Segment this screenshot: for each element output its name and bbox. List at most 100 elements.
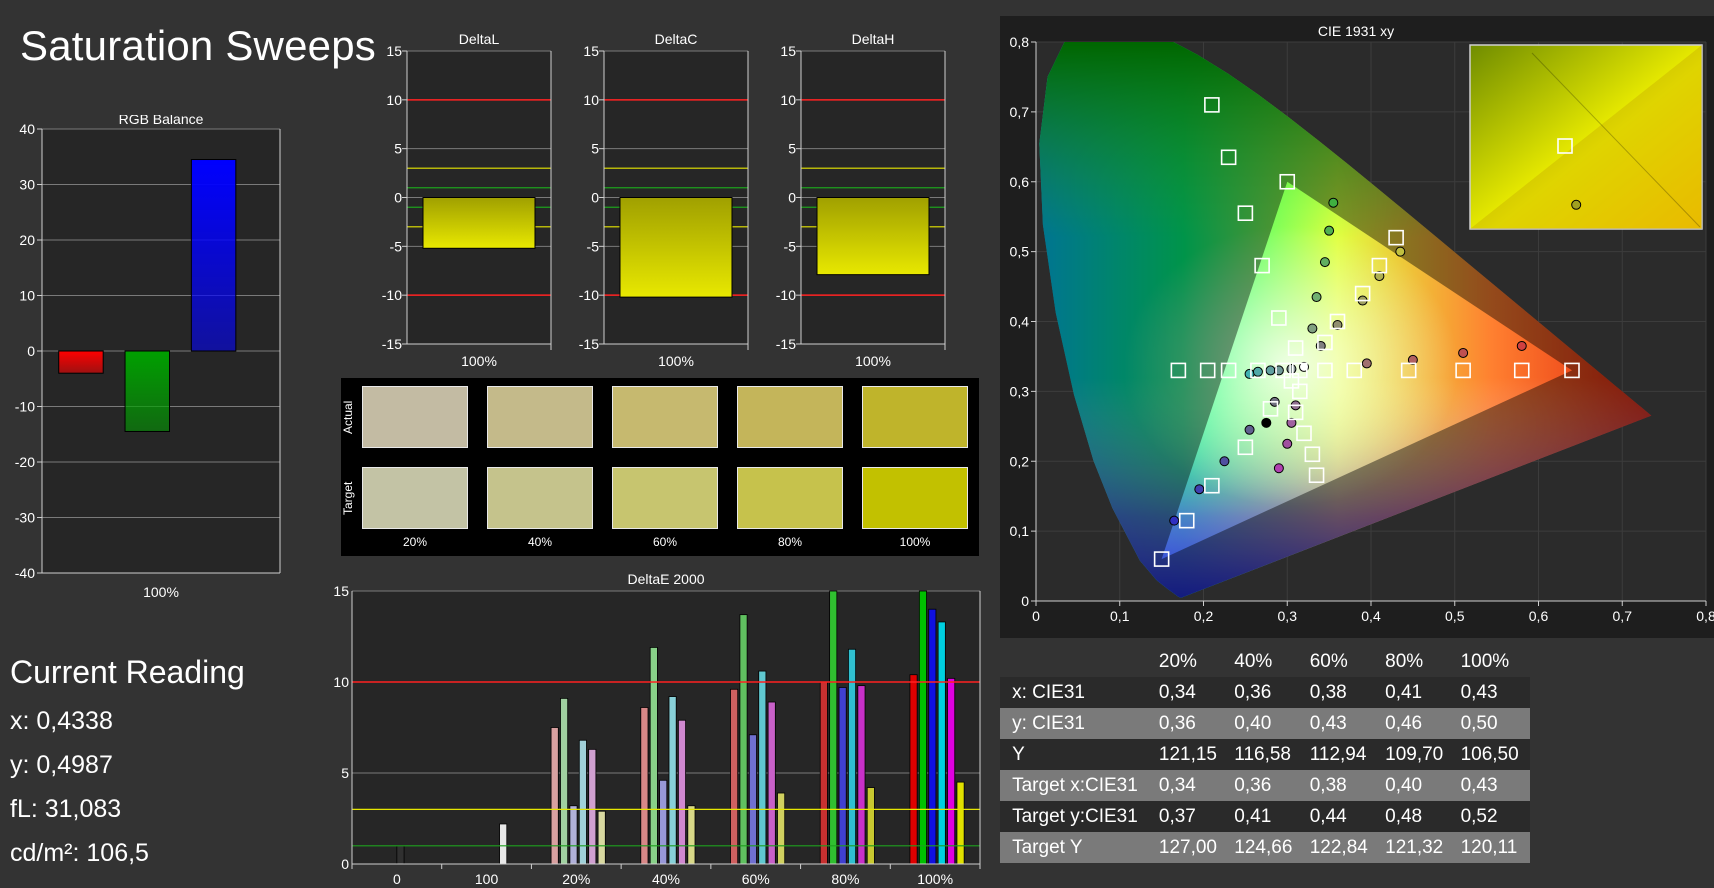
current-reading: Current Reading x: 0,4338 y: 0,4987 fL: …: [10, 654, 245, 875]
x-tick-label: 0,5: [1445, 608, 1465, 624]
table-row-label: Target x:CIE31: [1006, 770, 1153, 801]
measured-point-7: [1311, 292, 1322, 303]
bar-40%-1: [649, 647, 658, 865]
color-comparison-panel: Actual Target 20% 40% 60% 80% 100%: [341, 378, 979, 556]
y-tick-label: 10: [19, 288, 35, 304]
swatch-label: 40%: [527, 535, 553, 549]
table-row-label: Y: [1006, 739, 1153, 770]
bar-40%-3: [668, 696, 677, 865]
table-cell: 120,11: [1454, 832, 1530, 863]
chart-title: RGB Balance: [119, 115, 204, 127]
x-tick-label: 40%: [652, 871, 680, 887]
bar-60%-4: [767, 701, 776, 865]
table-cell: 0,46: [1379, 708, 1455, 739]
bar-red: [58, 350, 104, 374]
y-tick-label: -20: [15, 454, 35, 470]
bar-60%-0: [730, 688, 739, 865]
x-tick-label: 0,4: [1361, 608, 1381, 624]
delta-h-chart: DeltaH 15 10 5 0 -5 -10 -15 100%: [776, 31, 946, 368]
y-tick-label: 5: [341, 765, 349, 781]
reading-fl: fL: 31,083: [10, 795, 122, 823]
target-swatch-100%: [862, 467, 968, 529]
x-tick-label: 60%: [742, 871, 770, 887]
y-tick-label: -5: [390, 238, 403, 254]
table-cell: 109,70: [1379, 739, 1455, 770]
bar-80%-2: [838, 687, 847, 865]
page-title: Saturation Sweeps: [20, 22, 376, 69]
measured-point-23: [1286, 364, 1297, 375]
x-tick-label: 0,8: [1696, 608, 1714, 624]
bar-60%-1: [739, 614, 748, 865]
bar-100%-0: [909, 674, 918, 865]
y-tick-label: 5: [394, 141, 402, 157]
x-tick-label: 0,2: [1194, 608, 1214, 624]
y-tick-label: -10: [382, 287, 402, 303]
table-cell: 0,34: [1152, 770, 1229, 801]
bar-100%-1: [918, 590, 927, 865]
measured-point-5: [1324, 225, 1335, 236]
table-header-cell: 20%: [1152, 646, 1229, 677]
swatch-label: 60%: [652, 535, 678, 549]
table-row-label: x: CIE31: [1006, 677, 1153, 708]
actual-swatch-80%: [737, 386, 843, 448]
bar-value: [619, 197, 733, 298]
chart-title: DeltaH: [852, 31, 895, 47]
y-tick-label: 0,4: [1010, 314, 1030, 330]
table-cell: 0,43: [1454, 677, 1530, 708]
table-cell: 0,41: [1228, 801, 1304, 832]
y-tick-label: 15: [333, 583, 349, 599]
y-tick-label: -15: [579, 336, 599, 352]
actual-swatch-100%: [862, 386, 968, 448]
y-tick-label: -15: [776, 336, 796, 352]
table-cell: 0,36: [1228, 677, 1304, 708]
table-row: y: CIE31 0,36 0,40 0,43 0,46 0,50: [1000, 708, 1530, 739]
delta-e-2000-chart: DeltaE 2000 15 10 5 0 0 100 20% 40% 60% 80% 100%: [333, 571, 981, 887]
y-tick-label: 20: [19, 232, 35, 248]
y-tick-label: 0,3: [1010, 383, 1030, 399]
measured-point-0: [1516, 340, 1527, 351]
y-tick-label: 30: [19, 177, 35, 193]
table-cell: 0,48: [1379, 801, 1455, 832]
y-tick-label: -10: [579, 287, 599, 303]
measured-point-11: [1219, 456, 1230, 467]
x-axis-label: 100%: [658, 353, 694, 368]
bar-green: [124, 350, 171, 432]
table-cell: 0,43: [1303, 708, 1380, 739]
y-tick-label: 0: [788, 190, 796, 206]
table-corner: [1006, 646, 1153, 677]
bar-value: [422, 197, 536, 249]
y-tick-label: 10: [583, 92, 599, 108]
bar-20%-5: [597, 810, 606, 865]
cie-panel: CIE 1931 xy 0 0,1 0,2 0,3 0,4 0,5 0,6 0,7 0,8 0 0,1…: [1000, 16, 1714, 638]
table-cell: 0,41: [1379, 677, 1455, 708]
table-cell: 0,52: [1454, 801, 1530, 832]
actual-swatch-40%: [487, 386, 593, 448]
y-tick-label: 0: [341, 856, 349, 872]
bar-value: [816, 197, 930, 276]
measured-point-12: [1244, 424, 1255, 435]
y-tick-label: 0,7: [1010, 104, 1030, 120]
y-tick-label: 0: [394, 190, 402, 206]
bar-100%-2: [928, 608, 937, 865]
table-row-label: y: CIE31: [1006, 708, 1153, 739]
bar-80%-4: [857, 685, 866, 865]
y-tick-label: 10: [333, 674, 349, 690]
bar-60%-2: [748, 734, 757, 865]
x-tick-label: 0: [393, 871, 401, 887]
x-tick-label: 80%: [831, 871, 859, 887]
target-swatch-20%: [362, 467, 468, 529]
bar-60%-5: [777, 792, 786, 865]
reading-cdm2: cd/m²: 106,5: [10, 839, 149, 867]
y-tick-label: -15: [382, 336, 402, 352]
table-cell: 0,36: [1152, 708, 1229, 739]
bar-0-0: [396, 845, 405, 865]
table-cell: 0,40: [1379, 770, 1455, 801]
y-tick-label: 15: [583, 43, 599, 59]
measured-point-24: [1273, 463, 1284, 474]
y-tick-label: 15: [780, 43, 796, 59]
table-row-label: Target Y: [1006, 832, 1153, 863]
y-tick-label: 0,8: [1010, 34, 1030, 50]
table-row: Y 121,15 116,58 112,94 109,70 106,50: [1000, 739, 1530, 770]
inset-measured-point: [1571, 199, 1582, 210]
measured-point-1: [1458, 347, 1469, 358]
